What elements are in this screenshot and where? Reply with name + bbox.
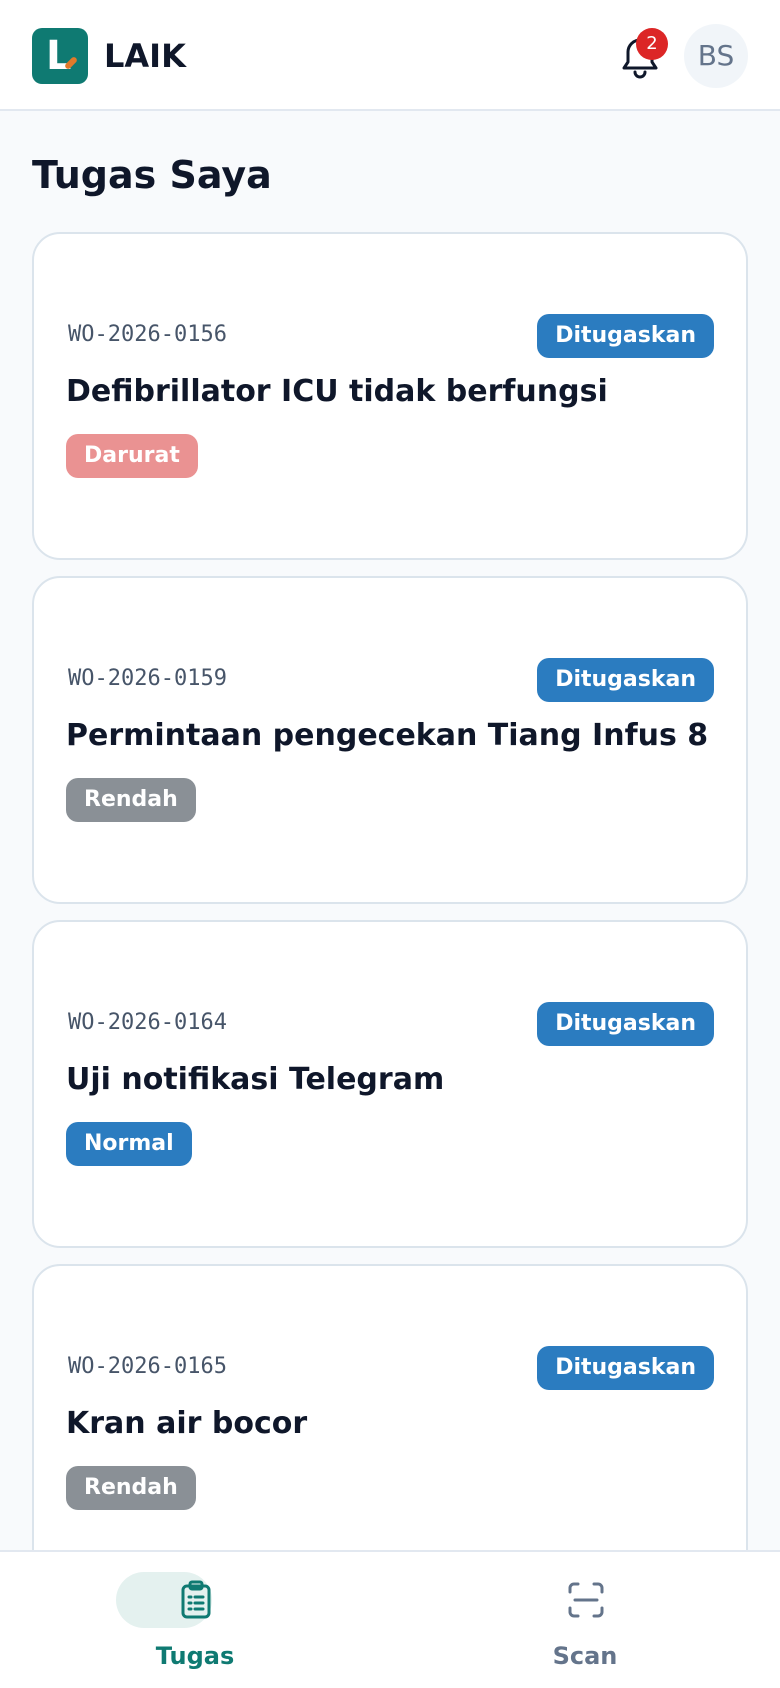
status-badge: Ditugaskan [537,1346,714,1390]
bottom-nav: Tugas Scan [0,1550,780,1688]
nav-label-scan: Scan [552,1642,618,1670]
task-title: Uji notifikasi Telegram [66,1062,445,1097]
scan-icon [568,1582,604,1618]
task-card[interactable]: WO-2026-0164 Ditugaskan Uji notifikasi T… [32,920,748,1248]
top-bar: L LAIK 2 BS [0,0,780,111]
work-order-code: WO-2026-0164 [68,1010,227,1035]
app-logo[interactable]: L [32,28,88,84]
priority-badge: Normal [66,1122,192,1166]
nav-item-tasks[interactable]: Tugas [0,1552,390,1688]
avatar[interactable]: BS [684,24,748,88]
status-badge: Ditugaskan [537,658,714,702]
task-card[interactable]: WO-2026-0165 Ditugaskan Kran air bocor R… [32,1264,748,1592]
logo-letter: L [46,33,72,79]
priority-badge: Rendah [66,1466,196,1510]
task-title: Permintaan pengecekan Tiang Infus 8 [66,718,709,753]
task-title: Kran air bocor [66,1406,308,1441]
priority-badge: Rendah [66,778,196,822]
task-title: Defibrillator ICU tidak berfungsi [66,374,608,409]
status-badge: Ditugaskan [537,1002,714,1046]
work-order-code: WO-2026-0165 [68,1354,227,1379]
work-order-code: WO-2026-0156 [68,322,227,347]
page-title: Tugas Saya [32,153,272,197]
clipboard-list-icon [181,1580,211,1619]
status-badge: Ditugaskan [537,314,714,358]
priority-badge: Darurat [66,434,198,478]
task-card[interactable]: WO-2026-0156 Ditugaskan Defibrillator IC… [32,232,748,560]
notification-badge: 2 [636,28,668,60]
app-name: LAIK [104,37,186,75]
nav-label-tasks: Tugas [155,1642,235,1670]
work-order-code: WO-2026-0159 [68,666,227,691]
task-card[interactable]: WO-2026-0159 Ditugaskan Permintaan penge… [32,576,748,904]
nav-item-scan[interactable]: Scan [390,1552,780,1688]
app-screen: L LAIK 2 BS Tugas Saya WO-2026-0156 Ditu… [0,0,780,1688]
